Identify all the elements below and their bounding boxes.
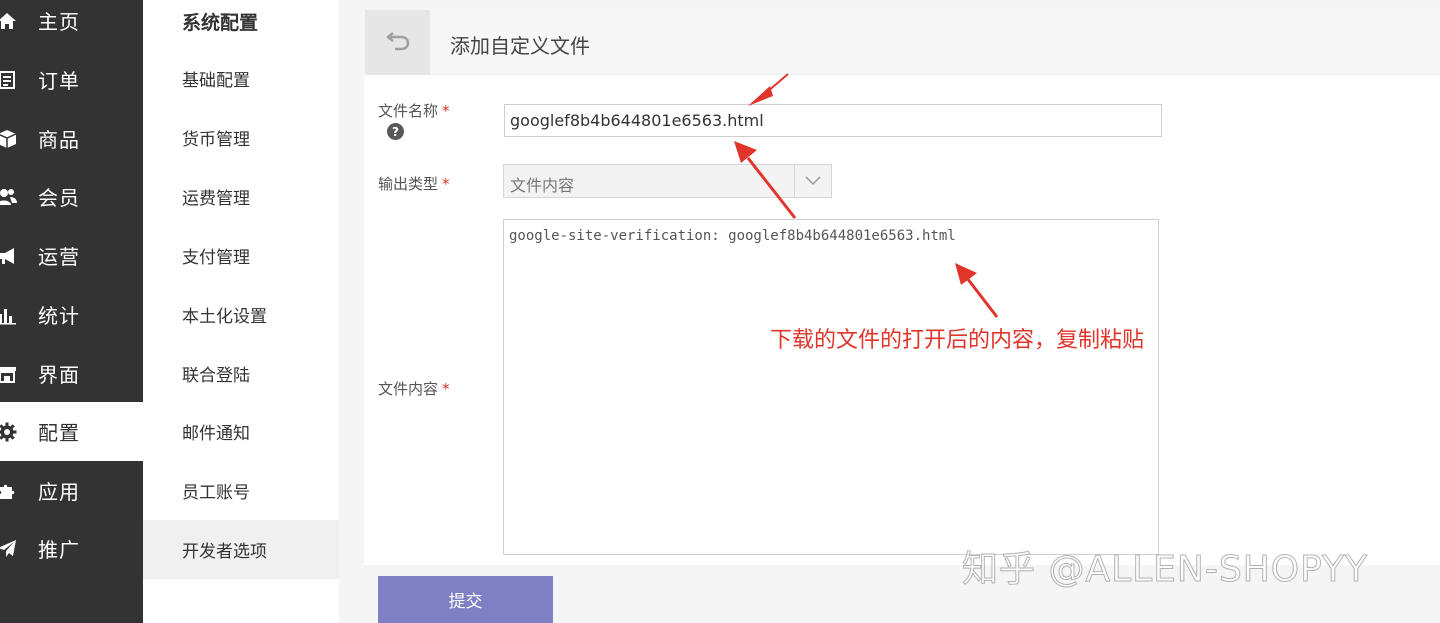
sub-nav-item-label: 运费管理 — [182, 189, 250, 209]
nav-item-label: 主页 — [38, 10, 80, 34]
nav-item-label: 推广 — [38, 538, 80, 562]
sub-nav-item-label: 本土化设置 — [182, 307, 267, 327]
nav-item-label: 界面 — [38, 363, 80, 387]
main-nav: 主页 订单 商品 会员 运营 统计 界面 配置 应用 推广 — [0, 0, 143, 623]
required-mark: * — [442, 380, 450, 398]
filename-input[interactable]: googlef8b4b644801e6563.html — [504, 104, 1162, 137]
puzzle-icon — [0, 480, 18, 502]
sub-nav-item-label: 联合登陆 — [182, 366, 250, 386]
sub-nav: 系统配置 基础配置 货币管理 运费管理 支付管理 本土化设置 联合登陆 邮件通知… — [143, 0, 339, 623]
sub-nav-item-label: 员工账号 — [182, 483, 250, 503]
watermark: 知乎 @ALLEN-SHOPYY — [961, 549, 1369, 591]
megaphone-icon — [0, 245, 18, 267]
box-icon — [0, 128, 18, 150]
nav-item-products[interactable]: 商品 — [0, 109, 143, 168]
nav-item-apps[interactable]: 应用 — [0, 461, 143, 520]
sub-nav-item-label: 邮件通知 — [182, 424, 250, 444]
nav-item-home[interactable]: 主页 — [0, 0, 143, 50]
required-mark: * — [442, 175, 450, 193]
annotation-text: 下载的文件的打开后的内容，复制粘贴 — [770, 328, 1145, 353]
nav-item-label: 会员 — [38, 186, 80, 210]
sub-nav-item-label: 支付管理 — [182, 248, 250, 268]
nav-item-members[interactable]: 会员 — [0, 167, 143, 226]
gear-icon — [0, 421, 18, 443]
nav-item-label: 统计 — [38, 304, 80, 328]
content-label: 文件内容 * — [378, 378, 450, 399]
home-icon — [0, 10, 18, 32]
nav-item-promotion[interactable]: 推广 — [0, 519, 143, 578]
bar-chart-icon — [0, 304, 18, 326]
sub-nav-item-payment[interactable]: 支付管理 — [143, 226, 339, 285]
nav-item-operations[interactable]: 运营 — [0, 226, 143, 285]
help-icon[interactable]: ? — [387, 123, 404, 140]
nav-item-label: 商品 — [38, 128, 80, 152]
storefront-icon — [0, 363, 18, 385]
filename-label: 文件名称 * — [378, 100, 450, 121]
sub-nav-item-shipping[interactable]: 运费管理 — [143, 167, 339, 226]
back-button[interactable] — [365, 10, 430, 75]
sub-nav-item-localization[interactable]: 本土化设置 — [143, 285, 339, 344]
nav-item-stats[interactable]: 统计 — [0, 285, 143, 344]
chevron-down-icon[interactable] — [794, 165, 831, 197]
sub-nav-item-currency[interactable]: 货币管理 — [143, 108, 339, 167]
required-mark: * — [442, 102, 450, 120]
sub-nav-item-label: 货币管理 — [182, 130, 250, 150]
output-type-value: 文件内容 — [510, 176, 575, 195]
sub-nav-item-social-login[interactable]: 联合登陆 — [143, 344, 339, 403]
panel-header: 添加自定义文件 — [364, 10, 1440, 75]
sub-nav-item-developer[interactable]: 开发者选项 — [143, 520, 339, 579]
undo-arrow-icon — [383, 26, 413, 60]
sub-nav-title: 系统配置 — [182, 12, 259, 34]
sub-nav-item-email[interactable]: 邮件通知 — [143, 402, 339, 461]
order-list-icon — [0, 69, 18, 91]
output-type-select[interactable]: 文件内容 — [503, 164, 832, 198]
sub-nav-item-label: 开发者选项 — [182, 542, 267, 562]
nav-item-label: 运营 — [38, 245, 80, 269]
file-content-textarea[interactable]: google-site-verification: googlef8b4b644… — [503, 219, 1159, 555]
nav-item-label: 配置 — [38, 421, 80, 445]
nav-item-interface[interactable]: 界面 — [0, 344, 143, 403]
users-icon — [0, 186, 18, 208]
nav-item-orders[interactable]: 订单 — [0, 50, 143, 109]
sub-nav-item-staff[interactable]: 员工账号 — [143, 461, 339, 520]
filename-label-text: 文件名称 — [378, 102, 439, 120]
sub-nav-item-label: 基础配置 — [182, 71, 250, 91]
nav-item-label: 应用 — [38, 480, 80, 504]
app-root: 主页 订单 商品 会员 运营 统计 界面 配置 应用 推广 系统配置 基础配置 … — [0, 0, 1440, 623]
paper-plane-icon — [0, 538, 18, 560]
output-type-label: 输出类型 * — [378, 173, 450, 194]
nav-item-config[interactable]: 配置 — [0, 402, 143, 461]
submit-button[interactable]: 提交 — [378, 576, 553, 623]
content-label-text: 文件内容 — [378, 380, 439, 398]
page-title: 添加自定义文件 — [450, 34, 590, 58]
sub-nav-item-basic-config[interactable]: 基础配置 — [143, 49, 339, 108]
output-type-label-text: 输出类型 — [378, 175, 439, 193]
nav-item-label: 订单 — [38, 69, 80, 93]
